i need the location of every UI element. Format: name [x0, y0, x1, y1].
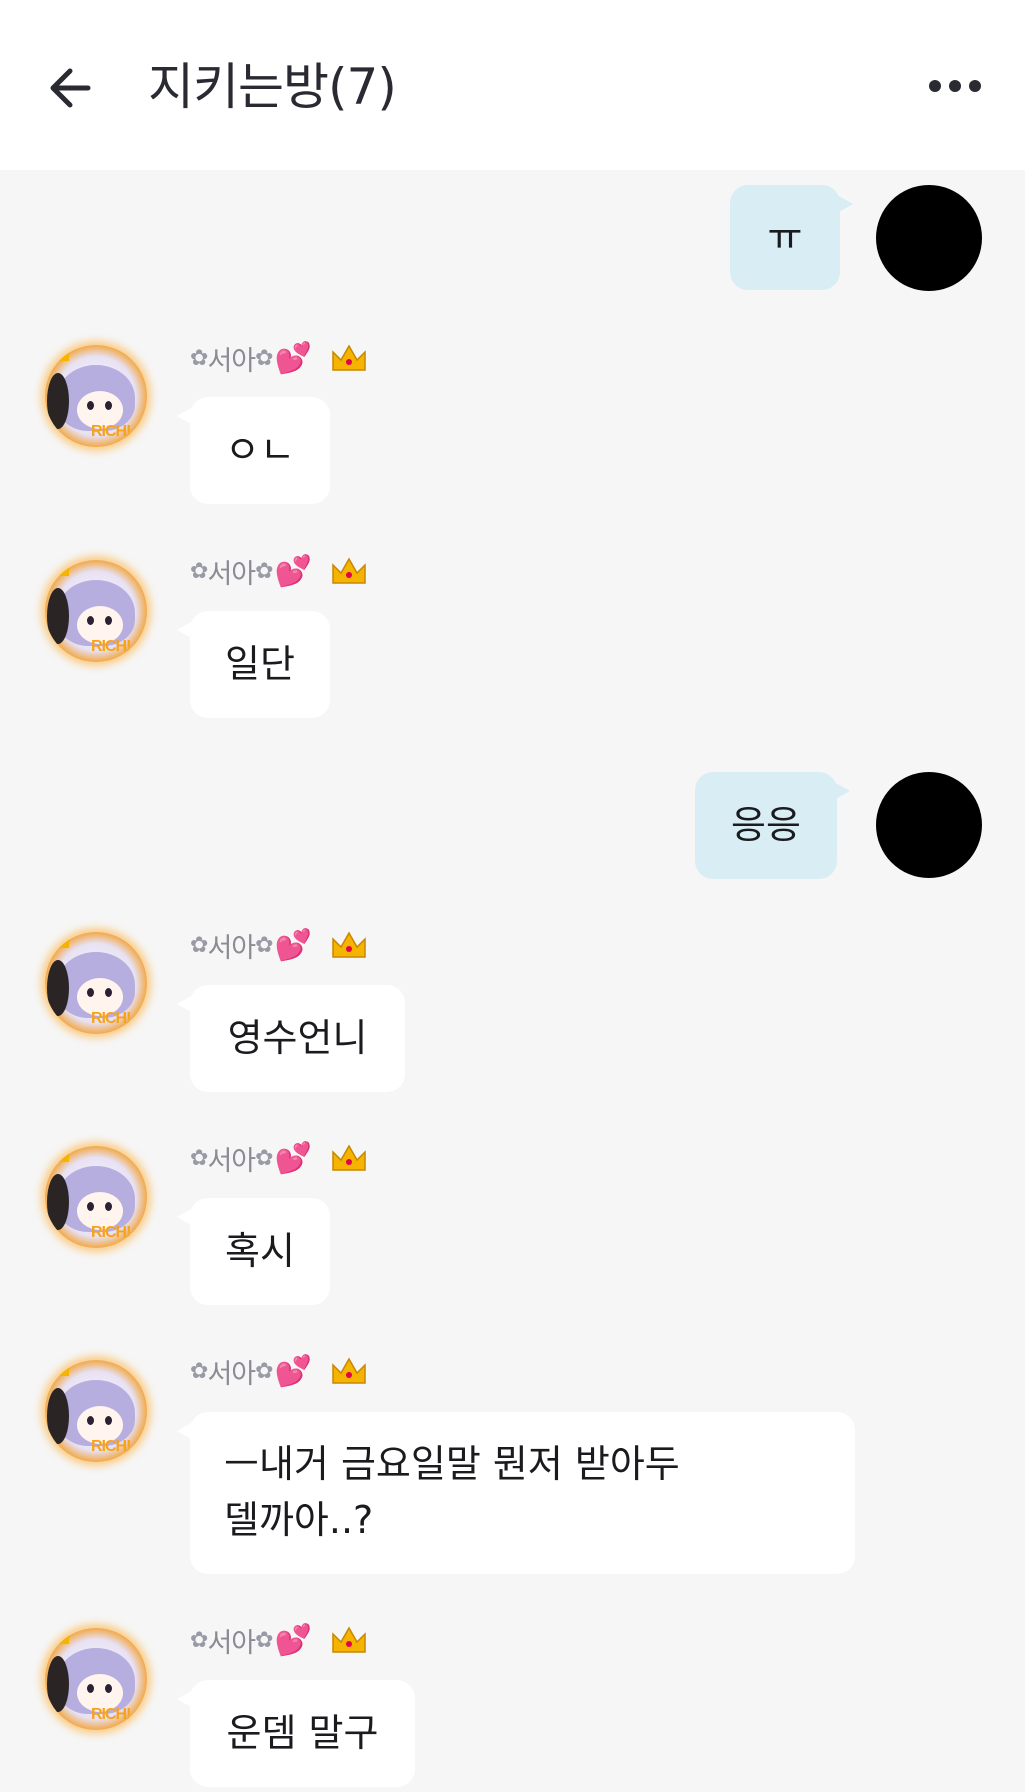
message-text: 혹시 [225, 1229, 295, 1273]
hearts-icon: 💕 [274, 340, 312, 376]
flower-icon: ✿ [255, 1627, 273, 1653]
crown-icon [331, 931, 367, 959]
outgoing-message-bubble[interactable]: ㅠ [730, 185, 853, 290]
sender-name: ✿ 서아 ✿ 💕 [190, 338, 367, 378]
flower-icon: ✿ [190, 345, 208, 371]
more-options-icon[interactable] [925, 68, 985, 104]
message-text: 일단 [225, 642, 295, 686]
sender-name-text: 서아 [207, 558, 256, 590]
sender-name: ✿ 서아 ✿ 💕 [190, 1351, 367, 1391]
avatar-badge-text: RICH! [91, 423, 131, 440]
sender-avatar[interactable]: RICH! [45, 932, 147, 1034]
incoming-message-bubble[interactable]: 일단 [177, 611, 330, 718]
sender-name-text: 서아 [207, 1627, 256, 1659]
avatar-badge-text: RICH! [91, 1224, 131, 1241]
crown-icon [331, 1144, 367, 1172]
avatar-badge-text: RICH! [91, 1010, 131, 1027]
avatar-badge-text: RICH! [91, 1706, 131, 1723]
sender-name-text: 서아 [207, 1358, 256, 1390]
message-text-line: ㅡ내거 금요일말 뭔저 받아두 [224, 1442, 680, 1486]
flower-icon: ✿ [255, 932, 273, 958]
message-text: 영수언니 [227, 1016, 368, 1060]
sender-name-text: 서아 [207, 932, 256, 964]
incoming-message-bubble[interactable]: 영수언니 [177, 985, 405, 1092]
crown-icon [331, 1626, 367, 1654]
hearts-icon: 💕 [274, 1622, 312, 1658]
crown-icon [331, 344, 367, 372]
flower-icon: ✿ [255, 345, 273, 371]
flower-icon: ✿ [190, 932, 208, 958]
crown-icon [331, 1357, 367, 1385]
incoming-message-bubble[interactable]: 혹시 [177, 1198, 330, 1305]
crown-icon [331, 557, 367, 585]
sender-name-text: 서아 [207, 1145, 256, 1177]
hearts-icon: 💕 [274, 1353, 312, 1389]
flower-icon: ✿ [190, 1358, 208, 1384]
chat-header: 지키는방(7) [0, 0, 1025, 170]
sender-name-text: 서아 [207, 345, 256, 377]
avatar-badge-text: RICH! [91, 638, 131, 655]
outgoing-message-bubble[interactable]: 응응 [695, 772, 850, 879]
sender-avatar[interactable]: RICH! [45, 345, 147, 447]
message-text: ㅠ [767, 215, 803, 259]
flower-icon: ✿ [255, 558, 273, 584]
sender-name: ✿ 서아 ✿ 💕 [190, 925, 367, 965]
sender-name: ✿ 서아 ✿ 💕 [190, 1138, 367, 1178]
hearts-icon: 💕 [274, 553, 312, 589]
avatar-badge-text: RICH! [91, 1438, 131, 1455]
sender-avatar[interactable]: RICH! [45, 560, 147, 662]
my-avatar[interactable] [876, 772, 982, 878]
hearts-icon: 💕 [274, 927, 312, 963]
sender-avatar[interactable]: RICH! [45, 1628, 147, 1730]
incoming-message-bubble[interactable]: ㅡ내거 금요일말 뭔저 받아두 델까아..? [177, 1412, 855, 1574]
incoming-message-bubble[interactable]: ㅇㄴ [177, 397, 330, 504]
message-text: 응응 [731, 803, 801, 847]
my-avatar[interactable] [876, 185, 982, 291]
flower-icon: ✿ [190, 1145, 208, 1171]
sender-name: ✿ 서아 ✿ 💕 [190, 1620, 367, 1660]
hearts-icon: 💕 [274, 1140, 312, 1176]
message-text: 운뎀 말구 [226, 1711, 379, 1755]
sender-avatar[interactable]: RICH! [45, 1146, 147, 1248]
back-arrow-icon[interactable] [44, 58, 104, 118]
incoming-message-bubble[interactable]: 운뎀 말구 [177, 1680, 415, 1787]
flower-icon: ✿ [255, 1145, 273, 1171]
message-text: ㅇㄴ [225, 428, 295, 472]
sender-name: ✿ 서아 ✿ 💕 [190, 551, 367, 591]
sender-avatar[interactable]: RICH! [45, 1360, 147, 1462]
flower-icon: ✿ [190, 558, 208, 584]
flower-icon: ✿ [190, 1627, 208, 1653]
flower-icon: ✿ [255, 1358, 273, 1384]
chat-room-title: 지키는방(7) [148, 58, 397, 116]
message-text-line: 델까아..? [224, 1498, 374, 1542]
